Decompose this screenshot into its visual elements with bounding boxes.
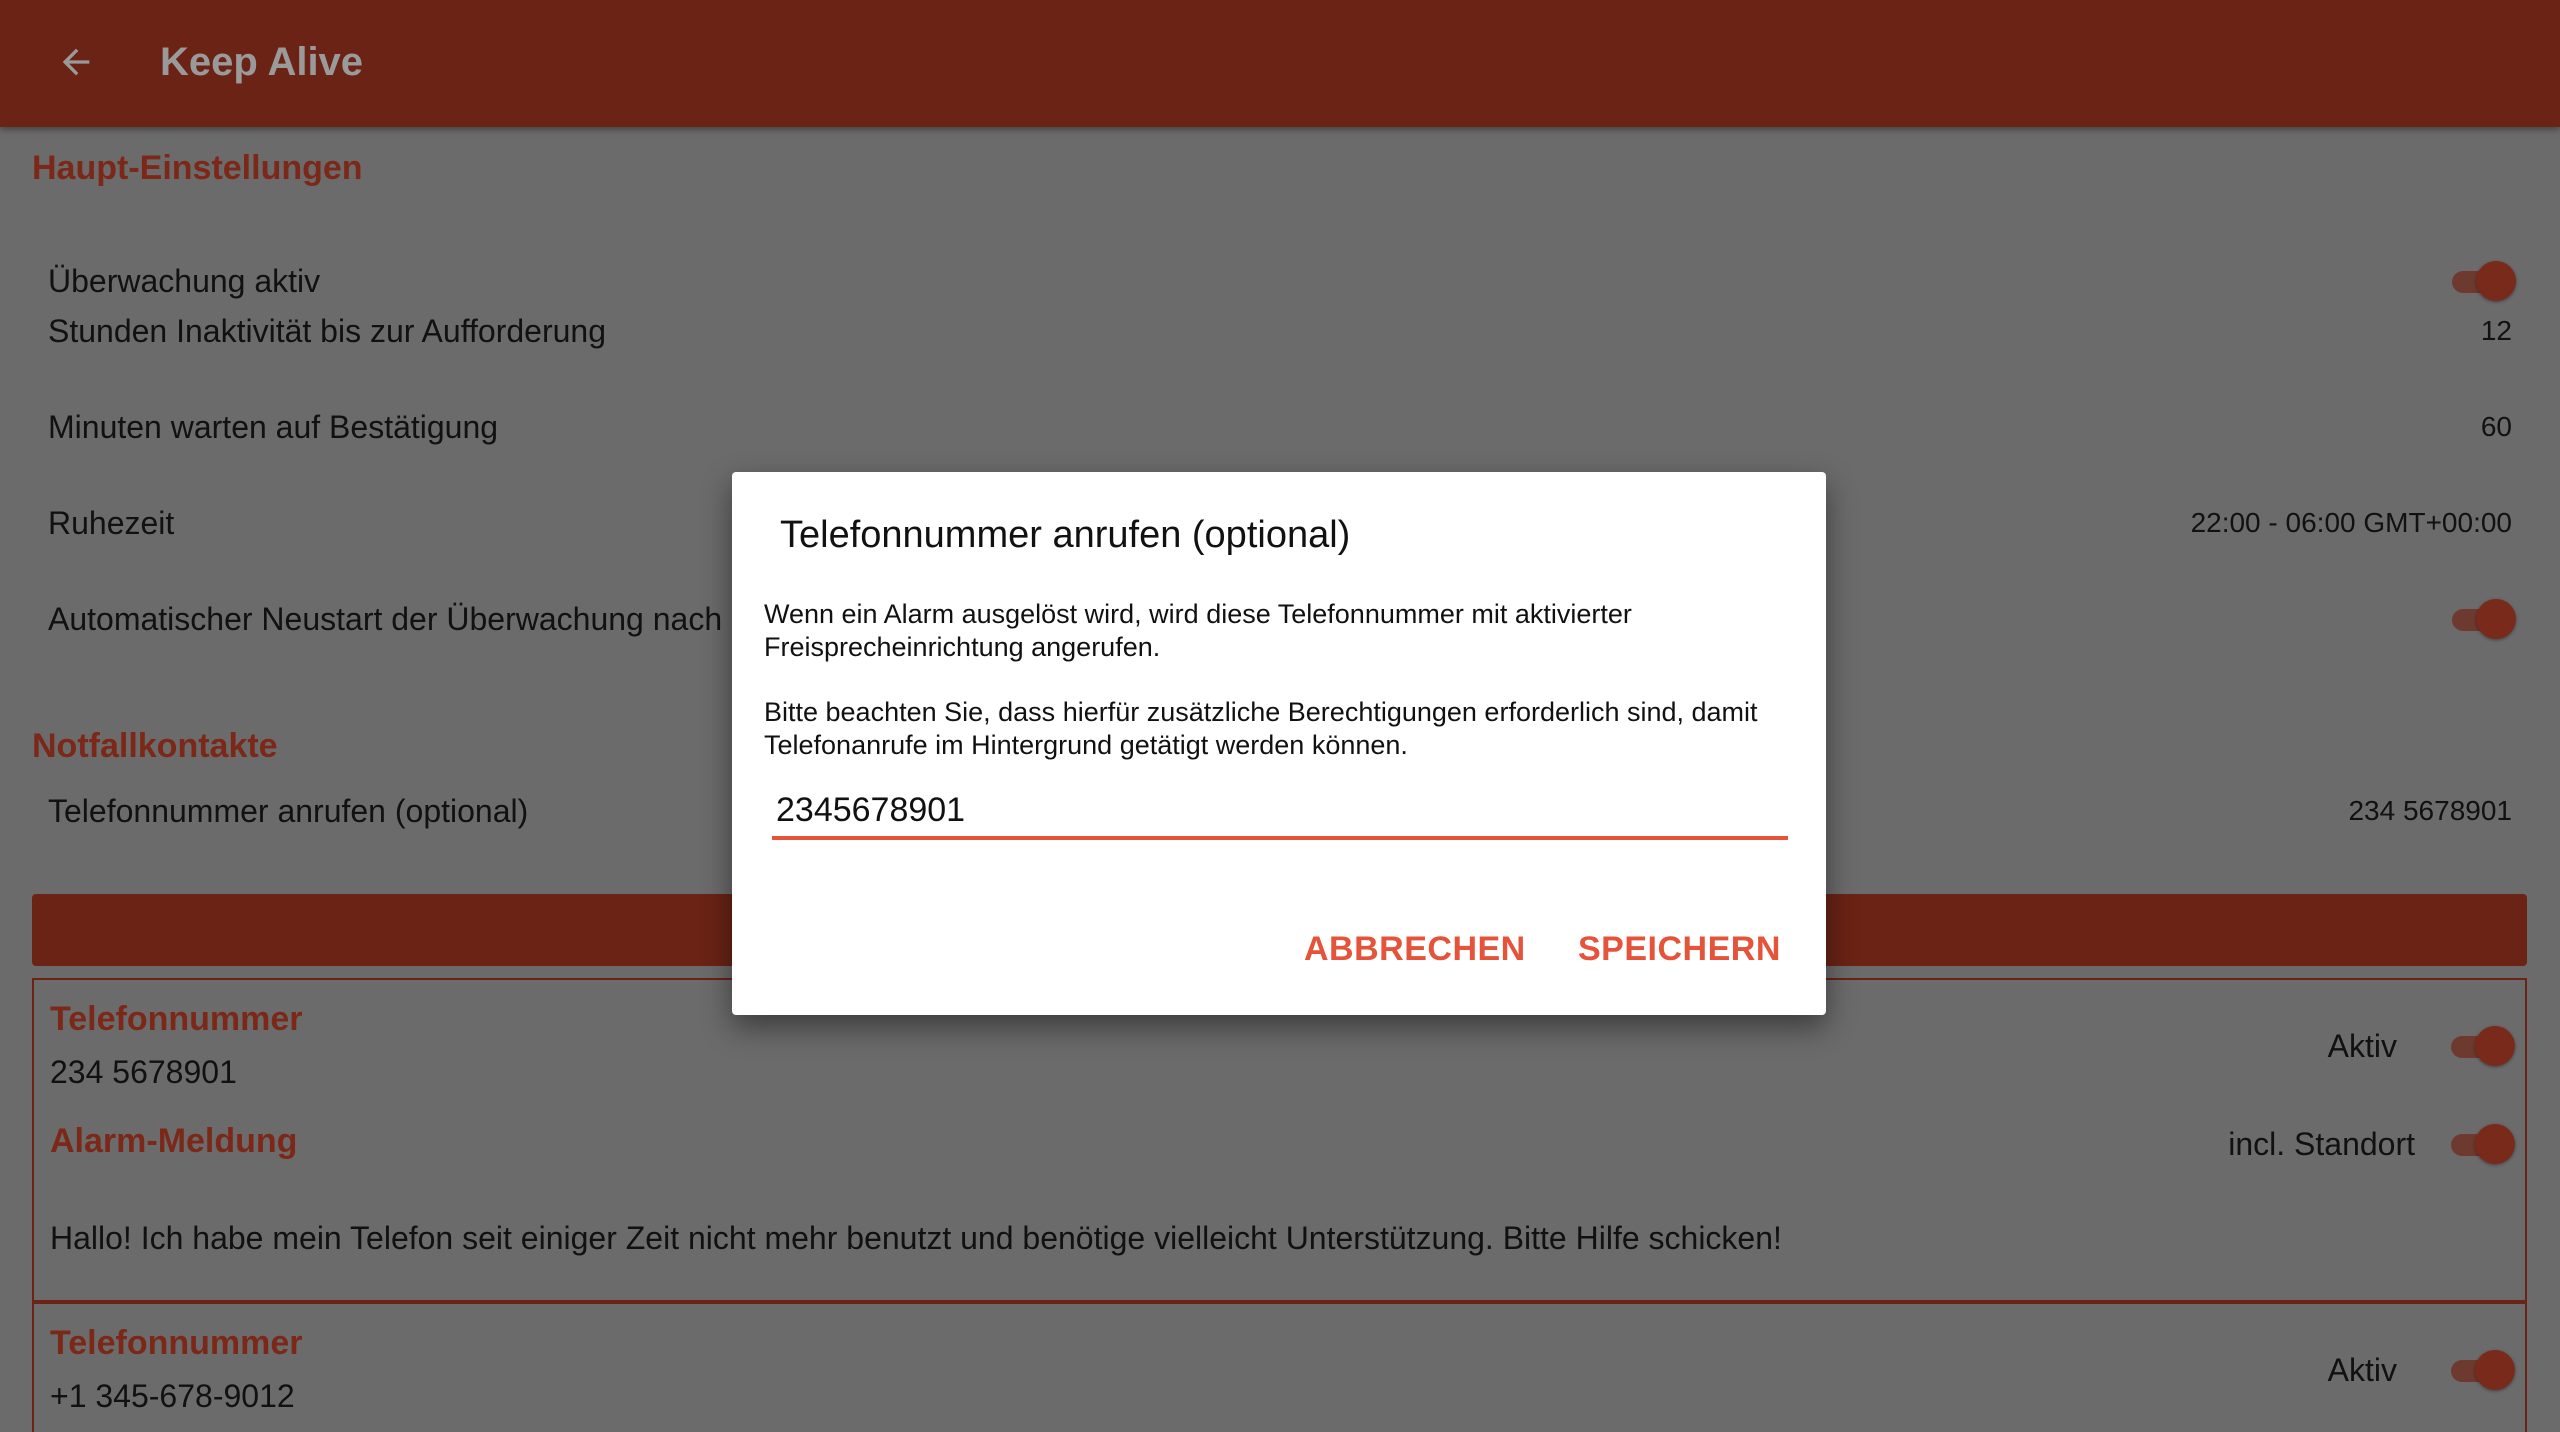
back-button[interactable]	[44, 30, 108, 94]
contact-active-toggle[interactable]	[2447, 1024, 2517, 1068]
pref-label: Telefonnummer anrufen (optional)	[48, 793, 529, 829]
pref-value: 12	[2480, 315, 2512, 346]
app-bar: Keep Alive	[0, 0, 2560, 127]
contact-active-toggle[interactable]	[2447, 1348, 2517, 1392]
section-header-main: Haupt-Einstellungen	[32, 149, 363, 187]
phone-number-dialog: Telefonnummer anrufen (optional) Wenn ei…	[732, 472, 1826, 1015]
pref-value: 60	[2480, 411, 2512, 442]
phone-title: Telefonnummer	[50, 1324, 303, 1362]
pref-label: Stunden Inaktivität bis zur Aufforderung	[48, 313, 606, 349]
pref-label: Ruhezeit	[48, 505, 175, 541]
dialog-message-permissions: Bitte beachten Sie, dass hierfür zusätzl…	[764, 697, 1758, 760]
phone-number-input[interactable]	[772, 784, 1788, 840]
dialog-title: Telefonnummer anrufen (optional)	[780, 514, 1351, 556]
alarm-message: Hallo! Ich habe mein Telefon seit einige…	[50, 1220, 1782, 1256]
arrow-back-icon	[62, 48, 90, 76]
message-title: Alarm-Meldung	[50, 1122, 298, 1160]
app-title: Keep Alive	[160, 40, 364, 84]
monitoring-toggle[interactable]	[2448, 259, 2518, 303]
pref-label: Automatischer Neustart der Überwachung n…	[48, 601, 723, 637]
phone-number: 234 5678901	[50, 1054, 237, 1090]
dialog-message-info: Wenn ein Alarm ausgelöst wird, wird dies…	[764, 599, 1632, 662]
auto-restart-toggle[interactable]	[2448, 597, 2518, 641]
toggle-thumb	[2475, 1026, 2515, 1066]
active-label: Aktiv	[2327, 1352, 2397, 1388]
phone-number: +1 345-678-9012	[50, 1378, 295, 1414]
toggle-thumb	[2475, 1350, 2515, 1390]
phone-title: Telefonnummer	[50, 1000, 303, 1038]
contact-card[interactable]: Telefonnummer +1 345-678-9012 Aktiv	[32, 1302, 2527, 1432]
location-label: incl. Standort	[2228, 1126, 2415, 1162]
pref-value: 234 5678901	[2348, 795, 2512, 826]
section-header-contacts: Notfallkontakte	[32, 727, 278, 765]
location-toggle[interactable]	[2447, 1122, 2517, 1166]
toggle-thumb	[2476, 261, 2516, 301]
cancel-button[interactable]: ABBRECHEN	[1304, 930, 1526, 969]
pref-label: Überwachung aktiv	[48, 263, 321, 299]
pref-label: Minuten warten auf Bestätigung	[48, 409, 499, 445]
pref-value: 22:00 - 06:00 GMT+00:00	[2190, 507, 2512, 538]
pref-inactivity-hours[interactable]: Stunden Inaktivität bis zur Aufforderung…	[0, 313, 2560, 415]
toggle-thumb	[2475, 1124, 2515, 1164]
toggle-thumb	[2476, 599, 2516, 639]
active-label: Aktiv	[2327, 1028, 2397, 1064]
contact-card[interactable]: Telefonnummer 234 5678901 Aktiv Alarm-Me…	[32, 978, 2527, 1302]
save-button[interactable]: SPEICHERN	[1578, 930, 1781, 969]
